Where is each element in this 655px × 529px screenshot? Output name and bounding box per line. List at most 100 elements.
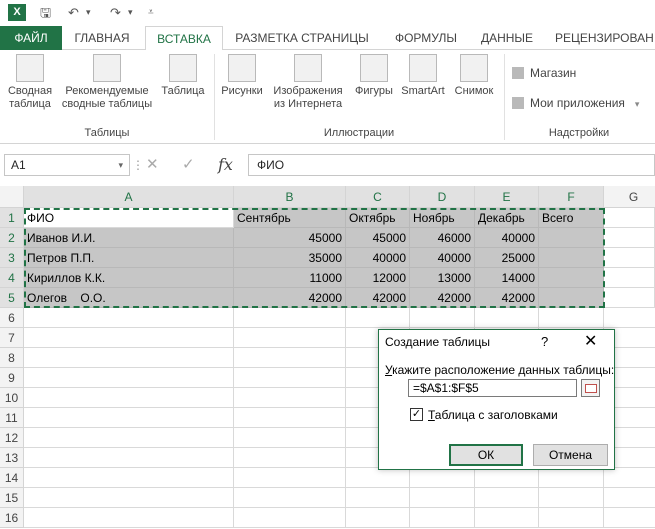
row-header[interactable]: 5 <box>0 288 24 308</box>
cell-c3[interactable]: 40000 <box>346 248 410 268</box>
customize-icon[interactable]: ⩡ <box>148 4 154 21</box>
select-all-corner[interactable] <box>0 186 24 208</box>
tab-file[interactable]: ФАЙЛ <box>0 26 62 50</box>
pivot-table-button[interactable]: Сводная таблица <box>2 54 58 111</box>
redo-icon[interactable]: ↷ <box>110 4 121 21</box>
help-icon[interactable]: ? <box>541 334 548 349</box>
pictures-button[interactable]: Рисунки <box>217 54 267 98</box>
cell-f1[interactable]: Всего <box>539 208 604 228</box>
my-apps-icon <box>512 97 524 109</box>
cell-e3[interactable]: 25000 <box>475 248 539 268</box>
cell-b1[interactable]: Сентябрь <box>234 208 346 228</box>
column-header[interactable]: F <box>539 186 604 208</box>
row-header[interactable]: 10 <box>0 388 24 408</box>
column-header[interactable]: C <box>346 186 410 208</box>
row-header[interactable]: 14 <box>0 468 24 488</box>
online-pictures-button[interactable]: Изображения из Интернета <box>267 54 349 111</box>
cell-d4[interactable]: 13000 <box>410 268 475 288</box>
smartart-button[interactable]: SmartArt <box>397 54 449 98</box>
cell-c2[interactable]: 45000 <box>346 228 410 248</box>
row-header[interactable]: 16 <box>0 508 24 528</box>
cell-f4[interactable] <box>539 268 604 288</box>
cell-d5[interactable]: 42000 <box>410 288 475 308</box>
undo-dropdown-icon[interactable]: ▾ <box>86 4 91 21</box>
cell-b3[interactable]: 35000 <box>234 248 346 268</box>
cell-e4[interactable]: 14000 <box>475 268 539 288</box>
tab-formulas[interactable]: ФОРМУЛЫ <box>388 26 464 50</box>
cell-e5[interactable]: 42000 <box>475 288 539 308</box>
cell-f2[interactable] <box>539 228 604 248</box>
tab-insert[interactable]: ВСТАВКА <box>145 26 223 51</box>
cell-a3[interactable]: Петров П.П. <box>24 248 234 268</box>
cell-g2[interactable] <box>604 228 655 248</box>
undo-icon[interactable]: ↶ <box>68 4 79 21</box>
row-header[interactable]: 11 <box>0 408 24 428</box>
tab-data[interactable]: ДАННЫЕ <box>476 26 538 50</box>
row-header[interactable]: 2 <box>0 228 24 248</box>
name-box[interactable]: A1 ▾ <box>4 154 130 176</box>
cell-a1[interactable]: ФИО <box>24 208 234 228</box>
row-header[interactable]: 4 <box>0 268 24 288</box>
cell-f5[interactable] <box>539 288 604 308</box>
tab-review[interactable]: РЕЦЕНЗИРОВАН <box>555 26 655 50</box>
insert-function-icon[interactable]: fx <box>218 154 233 176</box>
close-icon[interactable]: ✕ <box>584 331 597 351</box>
range-input[interactable]: =$A$1:$F$5 <box>408 379 577 397</box>
row-header[interactable]: 8 <box>0 348 24 368</box>
row-header[interactable]: 9 <box>0 368 24 388</box>
cell-g4[interactable] <box>604 268 655 288</box>
cell-b4[interactable]: 11000 <box>234 268 346 288</box>
formula-input[interactable]: ФИО <box>248 154 655 176</box>
cell-a2[interactable]: Иванов И.И. <box>24 228 234 248</box>
recommended-pivot-button[interactable]: Рекомендуемые сводные таблицы <box>58 54 156 111</box>
collapse-dialog-icon[interactable] <box>581 379 600 397</box>
row-header[interactable]: 6 <box>0 308 24 328</box>
cell-d1[interactable]: Ноябрь <box>410 208 475 228</box>
table-button[interactable]: Таблица <box>156 54 210 98</box>
cell-g3[interactable] <box>604 248 655 268</box>
column-header[interactable]: B <box>234 186 346 208</box>
online-pictures-icon <box>294 54 322 82</box>
save-icon[interactable]: 🖫 <box>40 4 51 21</box>
row-header[interactable]: 1 <box>0 208 24 228</box>
enter-entry-icon[interactable]: ✓ <box>182 154 195 176</box>
shapes-button[interactable]: Фигуры <box>349 54 399 98</box>
cell-a5[interactable]: Олегов О.О. <box>24 288 234 308</box>
headers-checkbox-label[interactable]: Таблица с заголовками <box>428 408 558 422</box>
cell-e1[interactable]: Декабрь <box>475 208 539 228</box>
row-header[interactable]: 7 <box>0 328 24 348</box>
row-header[interactable]: 12 <box>0 428 24 448</box>
my-apps-button[interactable]: Мои приложения ▾ <box>512 96 639 110</box>
headers-checkbox[interactable]: ✓ <box>410 408 423 421</box>
column-header[interactable]: G <box>604 186 655 208</box>
cell-f3[interactable] <box>539 248 604 268</box>
cell-a4[interactable]: Кириллов К.К. <box>24 268 234 288</box>
cell-e2[interactable]: 40000 <box>475 228 539 248</box>
cell-d2[interactable]: 46000 <box>410 228 475 248</box>
cell-g5[interactable] <box>604 288 655 308</box>
row-header[interactable]: 3 <box>0 248 24 268</box>
cell-c1[interactable]: Октябрь <box>346 208 410 228</box>
row-header[interactable]: 13 <box>0 448 24 468</box>
screenshot-button[interactable]: Снимок <box>449 54 499 98</box>
redo-dropdown-icon[interactable]: ▾ <box>128 4 133 21</box>
shapes-icon <box>360 54 388 82</box>
column-header[interactable]: D <box>410 186 475 208</box>
tab-home[interactable]: ГЛАВНАЯ <box>66 26 138 50</box>
cell-c4[interactable]: 12000 <box>346 268 410 288</box>
store-button[interactable]: Магазин <box>512 66 576 80</box>
cell-b2[interactable]: 45000 <box>234 228 346 248</box>
column-header[interactable]: E <box>475 186 539 208</box>
cancel-entry-icon[interactable]: ✕ <box>146 154 159 176</box>
drag-handle-icon[interactable]: ⋮ <box>132 154 144 176</box>
ok-button[interactable]: ОК <box>449 444 523 466</box>
cell-d3[interactable]: 40000 <box>410 248 475 268</box>
illustrations-group-label: Иллюстрации <box>323 127 395 139</box>
cell-b5[interactable]: 42000 <box>234 288 346 308</box>
column-header[interactable]: A <box>24 186 234 208</box>
cell-g1[interactable] <box>604 208 655 228</box>
cancel-button[interactable]: Отмена <box>533 444 608 466</box>
tab-page-layout[interactable]: РАЗМЕТКА СТРАНИЦЫ <box>232 26 372 50</box>
row-header[interactable]: 15 <box>0 488 24 508</box>
cell-c5[interactable]: 42000 <box>346 288 410 308</box>
